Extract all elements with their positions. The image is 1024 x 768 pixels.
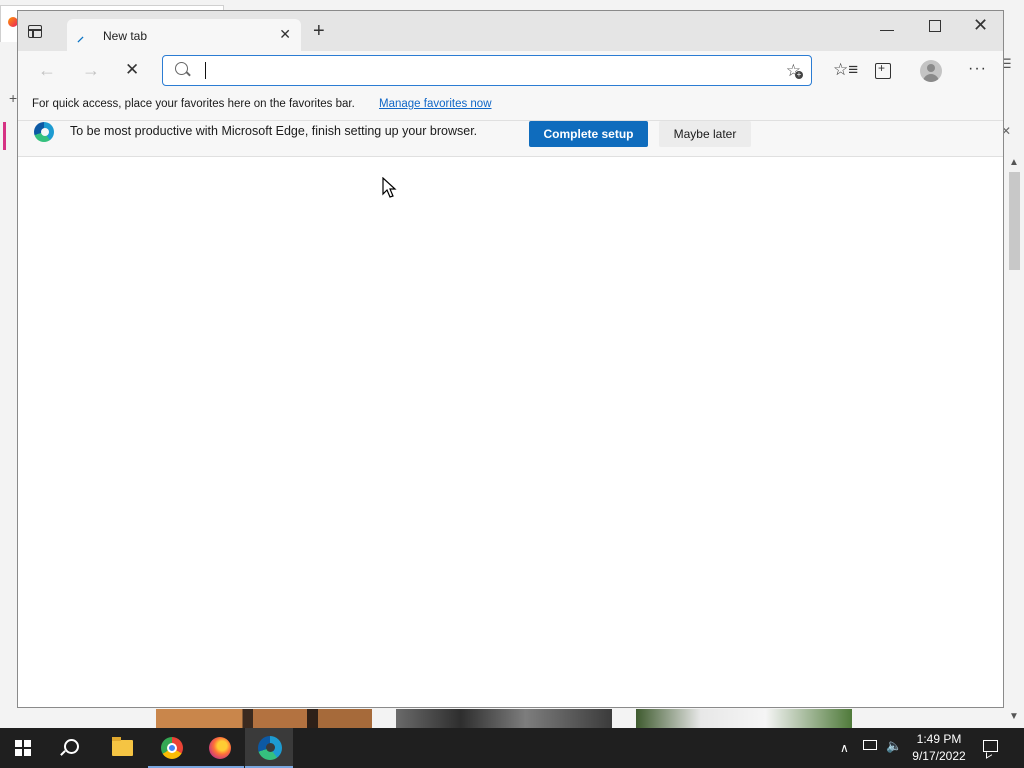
add-favorite-plus-icon: + <box>795 70 803 79</box>
maybe-later-button[interactable]: Maybe later <box>659 121 751 147</box>
back-icon[interactable]: ← <box>38 61 56 79</box>
profile-icon[interactable] <box>920 60 942 82</box>
scroll-down-arrow-icon[interactable]: ▼ <box>1009 711 1019 722</box>
background-photo-tile <box>156 709 372 728</box>
forward-icon[interactable]: → <box>82 61 100 79</box>
search-icon[interactable] <box>64 739 79 754</box>
tab-close-icon[interactable]: ✕ <box>279 26 291 43</box>
taskbar: ∧ 🔈 1:49 PM 9/17/2022 <box>0 728 1024 768</box>
more-icon[interactable]: ··· <box>968 60 987 78</box>
setup-banner: To be most productive with Microsoft Edg… <box>18 121 1003 157</box>
tab-new-tab[interactable]: ⸝ New tab ✕ <box>67 19 301 51</box>
file-explorer-icon[interactable] <box>98 728 146 768</box>
background-plus-icon: + <box>9 90 18 106</box>
collections-icon[interactable] <box>875 61 891 79</box>
background-photo-tile <box>636 709 852 728</box>
windows-start-icon[interactable] <box>15 740 31 756</box>
clock-date[interactable]: 9/17/2022 <box>904 749 974 763</box>
complete-setup-button[interactable]: Complete setup <box>529 121 648 147</box>
manage-favorites-link[interactable]: Manage favorites now <box>379 98 492 110</box>
edge-icon[interactable] <box>245 728 293 768</box>
notifications-icon[interactable] <box>983 740 998 752</box>
edge-browser-window: ⸝ New tab ✕ + ✕ ← → ✕ ☆ + ☆≡ ··· For qui… <box>17 10 1004 708</box>
mouse-cursor-icon <box>382 177 397 198</box>
scrollbar-thumb[interactable] <box>1009 172 1020 270</box>
page-content <box>18 157 1003 707</box>
stop-icon[interactable]: ✕ <box>125 61 139 79</box>
address-input[interactable] <box>203 59 763 81</box>
clock-time[interactable]: 1:49 PM <box>904 732 974 746</box>
address-bar[interactable]: ☆ + <box>162 55 812 86</box>
text-caret <box>205 62 206 79</box>
title-bar: ⸝ New tab ✕ + ✕ <box>18 11 1003 51</box>
minimize-button[interactable] <box>880 30 894 32</box>
favorites-icon[interactable]: ☆≡ <box>833 60 858 80</box>
search-icon <box>175 62 188 75</box>
setup-banner-text: To be most productive with Microsoft Edg… <box>70 124 478 138</box>
edge-logo-icon <box>34 122 54 142</box>
background-accent-strip <box>3 122 6 150</box>
navigation-toolbar: ← → ✕ ☆ + ☆≡ ··· <box>18 51 1003 93</box>
close-window-button[interactable]: ✕ <box>973 15 988 36</box>
maximize-button[interactable] <box>929 20 941 32</box>
volume-icon[interactable]: 🔈 <box>886 738 902 754</box>
tab-actions-icon[interactable] <box>28 25 42 38</box>
show-hidden-icons-icon[interactable]: ∧ <box>840 741 849 755</box>
loading-favicon-icon: ⸝ <box>77 28 84 44</box>
chrome-icon[interactable] <box>148 728 196 768</box>
new-tab-button[interactable]: + <box>313 21 325 41</box>
background-photo-tile <box>396 709 612 728</box>
favorites-bar-hint: For quick access, place your favorites h… <box>32 98 355 110</box>
tab-title: New tab <box>103 29 148 43</box>
favorites-bar: For quick access, place your favorites h… <box>18 93 1003 121</box>
background-scrollbar-area <box>1005 0 1024 728</box>
network-icon[interactable] <box>863 740 877 750</box>
scroll-up-arrow-icon[interactable]: ▲ <box>1009 157 1019 168</box>
firefox-icon[interactable] <box>196 728 244 768</box>
